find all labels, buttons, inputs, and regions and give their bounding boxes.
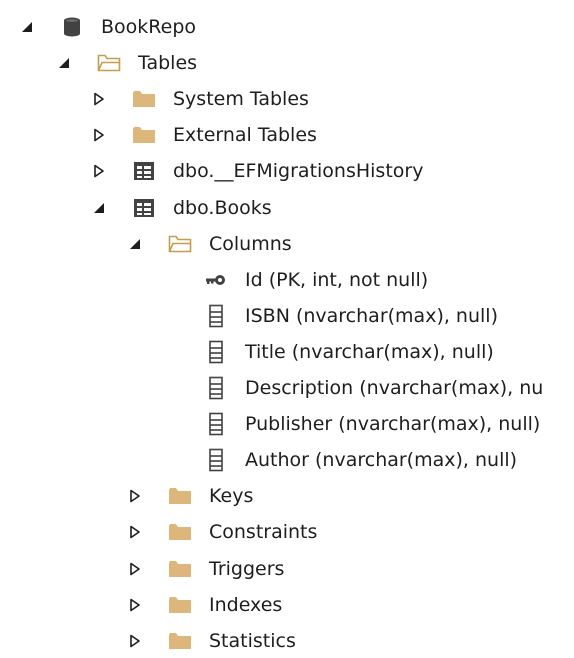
database-icon [60,16,84,38]
expanded-arrow-icon[interactable] [55,54,73,72]
table-icon [132,197,156,219]
expanded-arrow-icon[interactable] [18,18,36,36]
tree-node-label: dbo.__EFMigrationsHistory [173,160,424,183]
tree-node-system-tables[interactable]: System Tables [0,82,574,116]
folder-icon [168,485,192,507]
tree-node-title-nvarchar-max-null[interactable]: Title (nvarchar(max), null) [0,335,574,369]
tree-node-label: ISBN (nvarchar(max), null) [245,304,498,327]
folder-icon [132,88,156,110]
tree-node-label: Triggers [209,557,285,580]
expanded-arrow-icon[interactable] [90,199,108,217]
tree-node-label: Constraints [209,521,318,544]
tree-node-isbn-nvarchar-max-null[interactable]: ISBN (nvarchar(max), null) [0,299,574,333]
column-icon [204,412,228,436]
column-icon [204,340,228,364]
tree-node-label: Statistics [209,629,296,652]
tree-node-external-tables[interactable]: External Tables [0,118,574,152]
tree-node-label: BookRepo [101,16,197,38]
tree-node-label: Tables [138,52,198,75]
folder-open-icon [97,52,121,74]
collapsed-arrow-icon[interactable] [126,487,144,505]
tree-node-label: Publisher (nvarchar(max), null) [245,413,541,436]
folder-open-icon [168,233,192,255]
collapsed-arrow-icon[interactable] [90,90,108,108]
tree-node-tables[interactable]: Tables [0,46,574,80]
tree-node-label: Author (nvarchar(max), null) [245,449,518,472]
collapsed-arrow-icon[interactable] [90,126,108,144]
collapsed-arrow-icon[interactable] [90,162,108,180]
column-icon [204,376,228,400]
tree-node-constraints[interactable]: Constraints [0,515,574,549]
tree-node-label: Keys [209,485,254,508]
folder-icon [132,124,156,146]
tree-node-label: Title (nvarchar(max), null) [245,340,494,363]
folder-icon [168,594,192,616]
expanded-arrow-icon[interactable] [126,235,144,253]
tree-node-triggers[interactable]: Triggers [0,552,574,586]
tree-node-label: dbo.Books [173,196,272,219]
column-icon [204,304,228,328]
collapsed-arrow-icon[interactable] [126,523,144,541]
tree-node-id-pk-int-not-null[interactable]: Id (PK, int, not null) [0,263,574,297]
tree-node-indexes[interactable]: Indexes [0,588,574,622]
collapsed-arrow-icon[interactable] [126,560,144,578]
tree-node-publisher-nvarchar-max-null[interactable]: Publisher (nvarchar(max), null) [0,407,574,441]
tree-node-description-nvarchar-max-nu[interactable]: Description (nvarchar(max), nu [0,371,574,405]
collapsed-arrow-icon[interactable] [126,596,144,614]
tree-node-bookrepo[interactable]: BookRepo [0,10,574,44]
tree-node-dbo-books[interactable]: dbo.Books [0,191,574,225]
tree-node-label: Description (nvarchar(max), nu [245,377,544,399]
tree-node-label: System Tables [173,88,309,111]
folder-icon [168,630,192,652]
tree-node-columns[interactable]: Columns [0,227,574,261]
folder-icon [168,558,192,580]
folder-icon [168,521,192,543]
tree-node-label: External Tables [173,124,317,147]
tree-node-dbo-efmigrationshistory[interactable]: dbo.__EFMigrationsHistory [0,154,574,188]
column-icon [204,448,228,472]
tree-node-author-nvarchar-max-null[interactable]: Author (nvarchar(max), null) [0,443,574,477]
table-icon [132,160,156,182]
tree-node-label: Indexes [209,593,283,616]
key-icon [204,269,228,291]
tree-node-label: Id (PK, int, not null) [245,268,429,291]
tree-node-label: Columns [209,232,292,255]
object-explorer-tree: BookRepo Tables System Tables External Tabl… [0,0,574,653]
tree-node-keys[interactable]: Keys [0,479,574,513]
collapsed-arrow-icon[interactable] [126,632,144,650]
